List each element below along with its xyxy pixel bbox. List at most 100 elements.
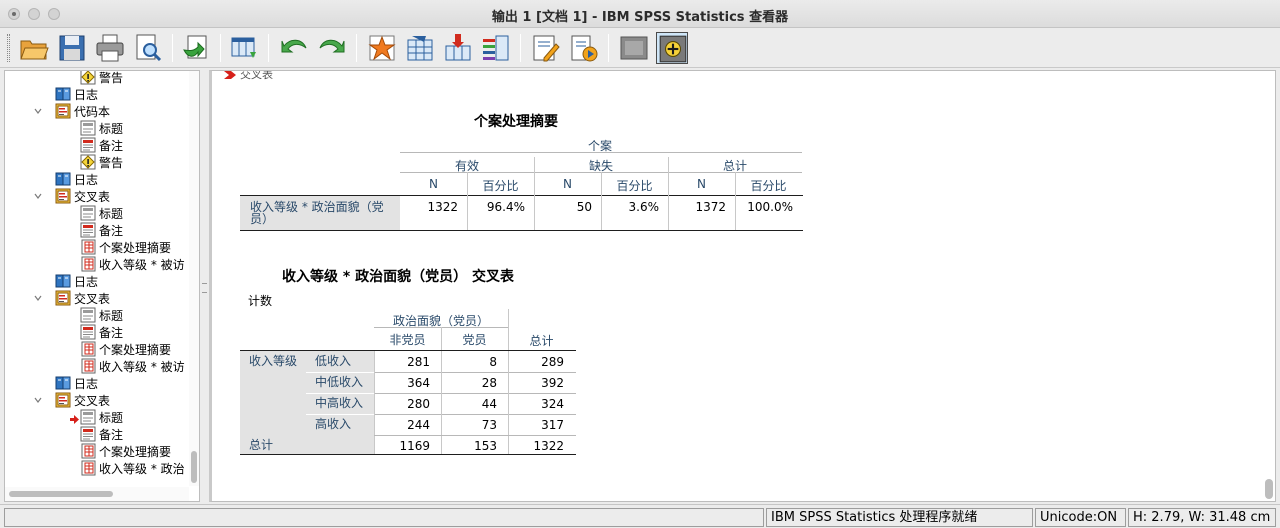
- log-book-icon: [55, 375, 71, 391]
- crosstab-cell: 73: [481, 418, 497, 432]
- chevron-down-icon[interactable]: [33, 106, 43, 116]
- outline-item[interactable]: 日志: [55, 86, 98, 103]
- dimension-status: H: 2.79, W: 31.48 cm: [1128, 508, 1276, 527]
- undo-icon[interactable]: [278, 32, 310, 64]
- outline-item-label: 标题: [99, 207, 124, 221]
- title-icon: [80, 307, 96, 323]
- notes-icon: [80, 426, 96, 442]
- status-message-area: [4, 508, 764, 527]
- outline-item[interactable]: 收入等级 * 被访: [80, 256, 185, 273]
- outline-item[interactable]: 备注: [80, 324, 123, 341]
- export-icon[interactable]: [180, 32, 212, 64]
- notes-icon: [80, 137, 96, 153]
- outline-item-label: 收入等级 * 被访: [99, 258, 185, 272]
- crosstab-cell: 44: [481, 397, 497, 411]
- outline-item-label: 个案处理摘要: [99, 241, 172, 255]
- crosstab-cell: 289: [541, 355, 564, 369]
- outline-item[interactable]: 备注: [80, 426, 123, 443]
- scroll-thumb[interactable]: [9, 491, 113, 497]
- goto-data-icon[interactable]: [228, 32, 260, 64]
- crosstab-cell: 8: [489, 355, 497, 369]
- designate-window-icon[interactable]: [530, 32, 562, 64]
- chevron-down-icon[interactable]: [33, 293, 43, 303]
- outline-item[interactable]: 个案处理摘要: [80, 341, 171, 358]
- outline-item-label: 日志: [74, 173, 99, 187]
- crosstab-cell: 244: [407, 418, 430, 432]
- outline-item-label: 备注: [99, 326, 124, 340]
- outline-item[interactable]: 标题: [80, 205, 123, 222]
- print-icon[interactable]: [94, 32, 126, 64]
- pane-splitter[interactable]: [200, 70, 209, 502]
- outline-item-label: 标题: [99, 309, 124, 323]
- outline-pane[interactable]: 警告 日志 代码本 标题 备注 警告 日志 交叉表 标题 备注 个案处理摘要 收入等级 * 被访 日志交…: [4, 70, 200, 502]
- outline-vertical-scrollbar[interactable]: [189, 71, 199, 486]
- content-scroll-thumb[interactable]: [1265, 479, 1273, 499]
- chevron-down-icon[interactable]: [33, 191, 43, 201]
- goto-case-star-icon[interactable]: [366, 32, 398, 64]
- current-item-arrow-icon: [70, 413, 79, 424]
- outline-item-label: 收入等级 * 政治: [99, 462, 185, 476]
- outline-item[interactable]: 警告: [80, 71, 123, 86]
- outline-item[interactable]: 交叉表: [55, 188, 110, 205]
- outline-item[interactable]: 日志: [55, 171, 98, 188]
- outline-item[interactable]: 代码本: [55, 103, 110, 120]
- crosstab-col-header: 党员: [462, 333, 487, 347]
- insert-variable-icon[interactable]: [442, 32, 474, 64]
- outline-item-label: 警告: [99, 156, 124, 170]
- title-icon: [80, 205, 96, 221]
- crosstab-total-cell: 153: [474, 439, 497, 453]
- crosstab-total-cell: 1322: [533, 439, 564, 453]
- outline-item[interactable]: 日志: [55, 375, 98, 392]
- outline-item[interactable]: 交叉表: [55, 290, 110, 307]
- red-arrow-icon: [224, 71, 236, 79]
- crosstab-cell: 324: [541, 397, 564, 411]
- run-script-icon[interactable]: [568, 32, 600, 64]
- outline-item[interactable]: 交叉表: [55, 392, 110, 409]
- outline-item[interactable]: 个案处理摘要: [80, 239, 171, 256]
- expand-add-icon[interactable]: [656, 32, 688, 64]
- crosstab-cell: 28: [481, 376, 497, 390]
- outline-item[interactable]: 收入等级 * 政治: [80, 460, 185, 477]
- table-icon: [80, 341, 96, 357]
- procedure-icon: [55, 188, 71, 204]
- outline-item[interactable]: 日志: [55, 273, 98, 290]
- outline-item[interactable]: 备注: [80, 222, 123, 239]
- open-folder-icon[interactable]: [18, 32, 50, 64]
- table-icon: [80, 239, 96, 255]
- table-icon: [80, 460, 96, 476]
- outline-item[interactable]: 备注: [80, 137, 123, 154]
- save-disk-icon[interactable]: [56, 32, 88, 64]
- outline-item-label: 收入等级 * 被访: [99, 360, 185, 374]
- table-icon: [80, 256, 96, 272]
- outline-item-label: 个案处理摘要: [99, 343, 172, 357]
- summary-value-cell: 50: [576, 200, 592, 214]
- outline-item[interactable]: 收入等级 * 被访: [80, 358, 185, 375]
- outline-item[interactable]: 标题: [80, 409, 123, 426]
- outline-item-label: 日志: [74, 275, 99, 289]
- summary-value-cell: 100.0%: [747, 200, 793, 214]
- outline-item[interactable]: 标题: [80, 120, 123, 137]
- outline-item[interactable]: 个案处理摘要: [80, 443, 171, 460]
- summary-value-cell: 1372: [695, 200, 726, 214]
- crosstab-row-var: 收入等级: [249, 354, 298, 368]
- summary-table-title: 个案处理摘要: [474, 114, 558, 130]
- summary-subheader: 百分比: [482, 179, 519, 193]
- outline-item[interactable]: 标题: [80, 307, 123, 324]
- scroll-thumb[interactable]: [191, 451, 197, 483]
- title-icon: [80, 409, 96, 425]
- variable-list-icon[interactable]: [480, 32, 512, 64]
- toolbar-grip[interactable]: [7, 34, 10, 62]
- outline-horizontal-scrollbar[interactable]: [5, 487, 189, 501]
- procedure-icon: [55, 290, 71, 306]
- outline-item-label: 日志: [74, 88, 99, 102]
- outline-item[interactable]: 警告: [80, 154, 123, 171]
- output-content-pane[interactable]: 交叉表 个案处理摘要 个案 有效 缺失 总计 N 百分比 N 百分比 N 百分比 收入等级…: [209, 70, 1276, 502]
- chevron-down-icon[interactable]: [33, 395, 43, 405]
- outline-item-label: 交叉表: [74, 394, 111, 408]
- crosstab-count-label: 计数: [248, 294, 273, 308]
- goto-variable-icon[interactable]: [404, 32, 436, 64]
- section-heading: 交叉表: [240, 70, 273, 81]
- print-preview-icon[interactable]: [132, 32, 164, 64]
- show-hide-icon[interactable]: [618, 32, 650, 64]
- redo-icon[interactable]: [316, 32, 348, 64]
